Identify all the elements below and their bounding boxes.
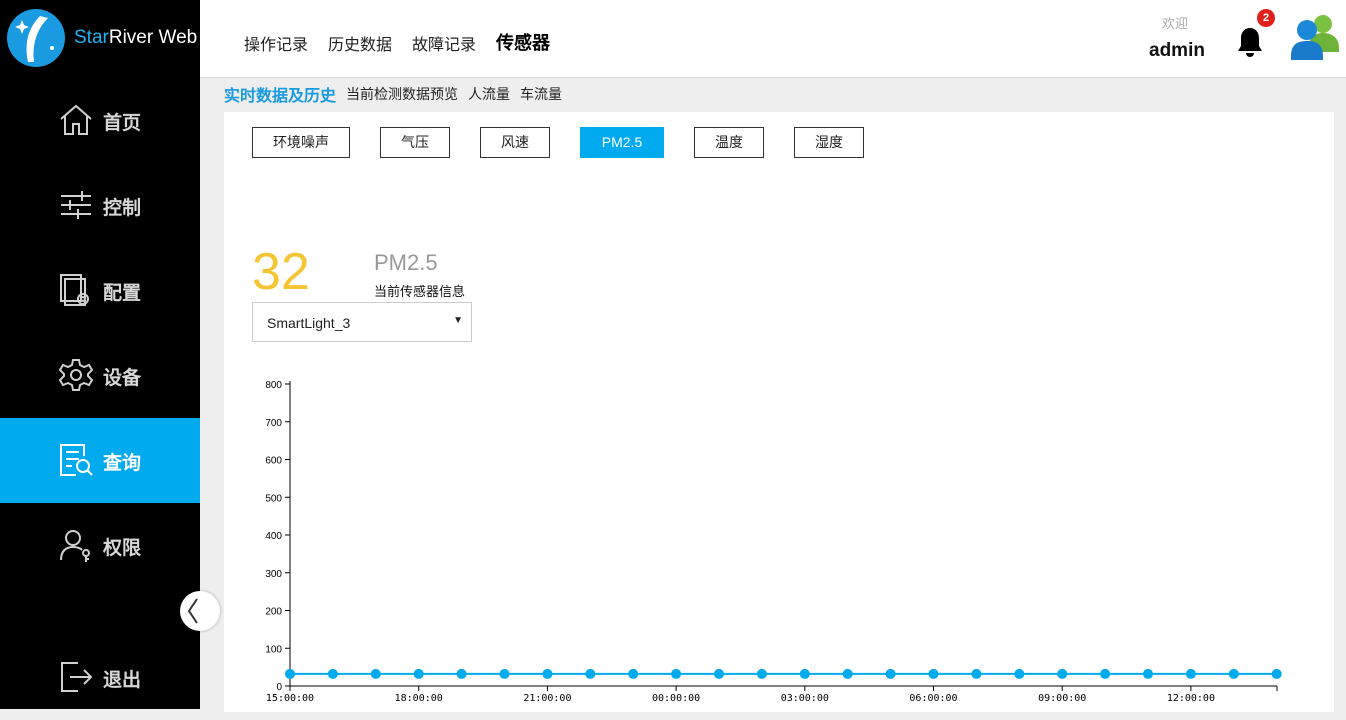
data-point — [799, 668, 810, 679]
data-point — [842, 668, 853, 679]
data-point — [1185, 668, 1196, 679]
y-tick-label: 700 — [265, 418, 282, 429]
data-point — [1100, 668, 1111, 679]
y-tick-label: 0 — [276, 682, 282, 693]
data-point — [585, 668, 596, 679]
chevron-left-icon — [187, 598, 198, 624]
data-point — [456, 668, 467, 679]
y-tick-label: 500 — [265, 493, 282, 504]
data-point — [1057, 668, 1068, 679]
data-point — [1014, 668, 1025, 679]
y-tick-label: 100 — [265, 644, 282, 655]
y-tick-label: 300 — [265, 569, 282, 580]
data-point — [285, 668, 295, 679]
data-point — [1271, 668, 1282, 679]
y-tick-label: 200 — [265, 607, 282, 618]
x-tick-label: 00:00:00 — [652, 693, 700, 704]
x-tick-label: 18:00:00 — [395, 693, 443, 704]
data-point — [1228, 668, 1239, 679]
data-point — [1143, 668, 1153, 679]
data-point — [885, 668, 896, 679]
y-tick-label: 800 — [265, 380, 282, 391]
x-tick-label: 12:00:00 — [1167, 693, 1215, 704]
data-point — [928, 668, 939, 679]
x-tick-label: 21:00:00 — [523, 693, 571, 704]
data-point — [756, 668, 767, 679]
y-tick-label: 400 — [265, 531, 282, 542]
x-tick-label: 09:00:00 — [1038, 693, 1086, 704]
y-tick-label: 600 — [265, 456, 282, 467]
data-point — [327, 668, 338, 679]
x-tick-label: 06:00:00 — [909, 693, 957, 704]
data-point — [370, 668, 381, 679]
data-point — [714, 668, 724, 679]
x-tick-label: 15:00:00 — [266, 693, 314, 704]
data-point — [671, 668, 682, 679]
x-tick-label: 03:00:00 — [781, 693, 829, 704]
collapse-sidebar-button[interactable] — [180, 591, 220, 631]
data-point — [542, 668, 553, 679]
data-point — [628, 668, 639, 679]
data-point — [413, 668, 424, 679]
data-point — [499, 668, 510, 679]
data-point — [971, 668, 982, 679]
